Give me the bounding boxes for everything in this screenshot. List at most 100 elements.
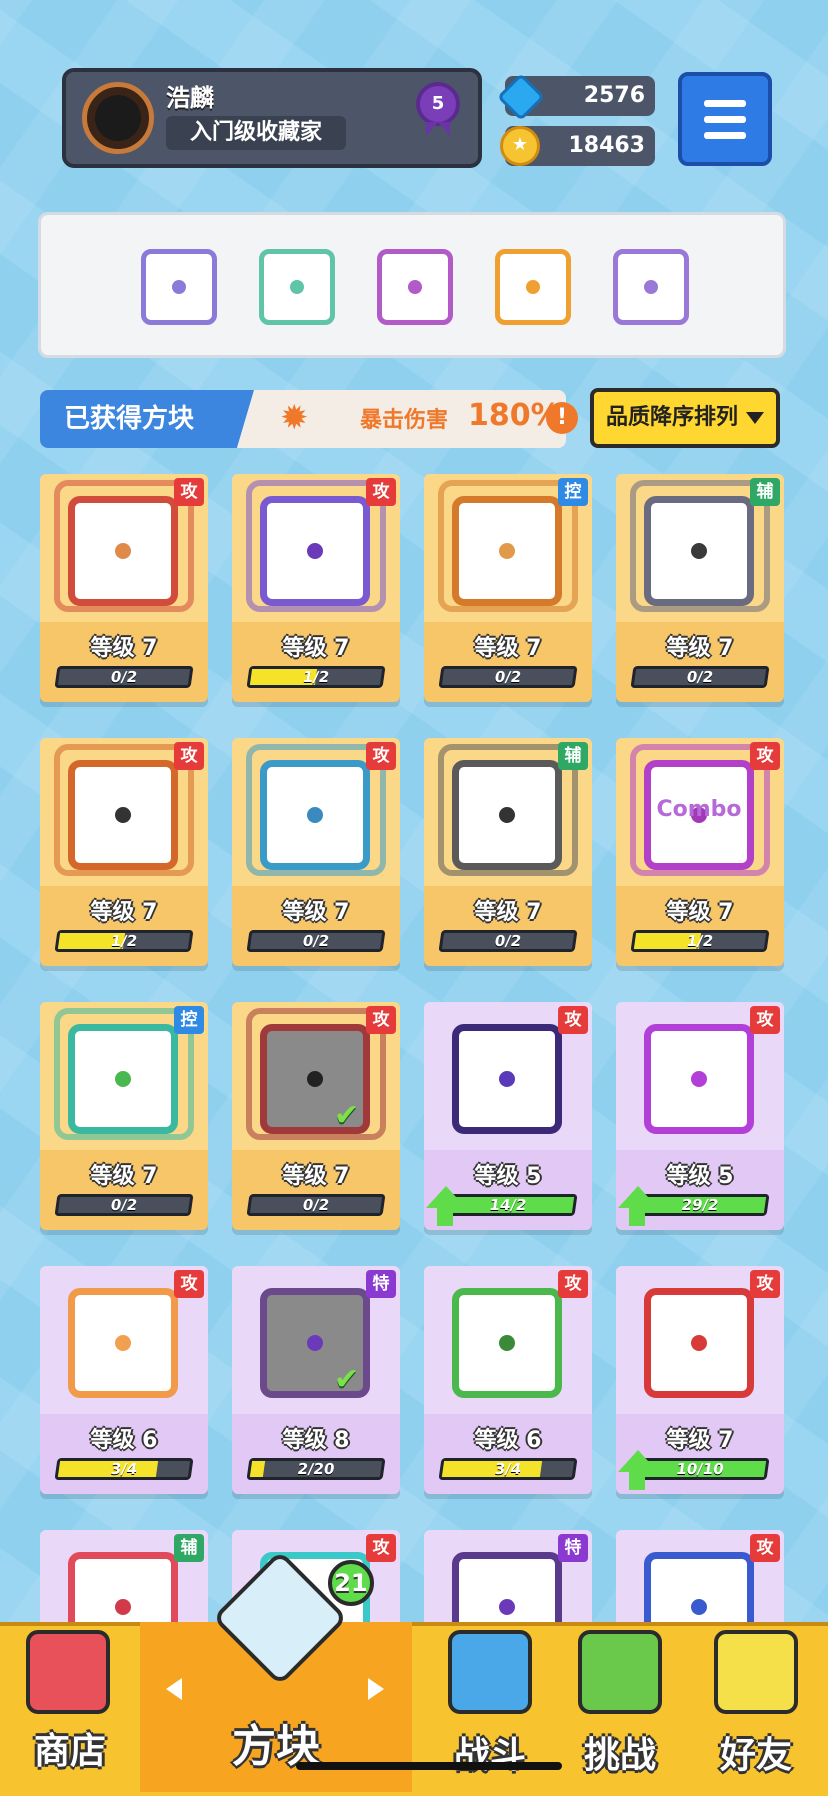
equipped-slot-3[interactable]	[377, 249, 453, 325]
avatar[interactable]	[82, 82, 154, 154]
block-card[interactable]: 攻等级 6 3/4	[40, 1266, 208, 1494]
type-tag: 攻	[174, 742, 204, 770]
rank-medal-icon[interactable]: 5	[416, 82, 460, 126]
block-card[interactable]: 攻等级 6 3/4	[424, 1266, 592, 1494]
block-pip-icon	[499, 1599, 515, 1615]
card-level: 等级 6	[90, 1428, 158, 1453]
menu-bar	[704, 132, 746, 139]
type-tag: 攻	[558, 1270, 588, 1298]
type-tag: 攻	[366, 1006, 396, 1034]
upgrade-arrow-icon[interactable]	[426, 1186, 466, 1208]
type-tag: 攻	[750, 1270, 780, 1298]
block-card[interactable]: Combo 攻等级 7 1/2	[616, 738, 784, 966]
sort-dropdown[interactable]: 品质降序排列	[590, 388, 780, 448]
block-pip-icon	[691, 1071, 707, 1087]
arrow-left-icon[interactable]	[166, 1678, 182, 1700]
sword-shield-icon	[448, 1630, 532, 1714]
nav-blocks[interactable]: 方块	[140, 1550, 412, 1792]
arrow-right-icon[interactable]	[368, 1678, 384, 1700]
crit-damage-label: 暴击伤害	[360, 408, 449, 433]
block-face	[644, 1288, 754, 1398]
block-face	[68, 1288, 178, 1398]
block-card[interactable]: 攻等级 5 29/2	[616, 1002, 784, 1230]
type-tag: 攻	[174, 1270, 204, 1298]
type-tag: 特	[366, 1270, 396, 1298]
nav-friends[interactable]: 好友	[694, 1622, 818, 1792]
block-face	[68, 760, 178, 870]
apple-logo-icon	[95, 95, 141, 141]
block-pip-icon	[115, 807, 131, 823]
player-name: 浩麟	[166, 84, 214, 112]
block-pip-icon	[526, 280, 540, 294]
block-card[interactable]: 攻等级 7 1/2	[232, 474, 400, 702]
sort-label: 品质降序排列	[606, 405, 739, 430]
chevron-down-icon	[746, 412, 764, 424]
progress-text: 3/4	[109, 1460, 139, 1478]
nav-challenge-label: 挑战	[583, 1735, 656, 1776]
progress-text: 1/2	[301, 668, 331, 686]
block-face	[452, 1288, 562, 1398]
block-pip-icon	[691, 1335, 707, 1351]
progress-bar: 0/2	[438, 930, 578, 952]
block-card[interactable]: 控等级 7 0/2	[424, 474, 592, 702]
block-card[interactable]: 辅等级 7 0/2	[424, 738, 592, 966]
equipped-slot-5[interactable]	[613, 249, 689, 325]
progress-bar: 2/20	[246, 1458, 386, 1480]
type-tag: 攻	[174, 478, 204, 506]
card-level: 等级 7	[474, 636, 542, 661]
type-tag: 辅	[750, 478, 780, 506]
info-icon[interactable]: !	[546, 402, 578, 434]
signboard-icon	[578, 1630, 662, 1714]
block-card[interactable]: 攻等级 7 0/2	[40, 474, 208, 702]
profile-panel[interactable]: 浩麟 入门级收藏家 5	[62, 68, 482, 168]
checkmark-icon: ✔	[334, 1362, 360, 1397]
shop-icon	[26, 1630, 110, 1714]
equipped-slot-4[interactable]	[495, 249, 571, 325]
block-face	[644, 1024, 754, 1134]
card-level: 等级 7	[282, 900, 350, 925]
block-pip-icon	[172, 280, 186, 294]
card-level: 等级 7	[90, 1164, 158, 1189]
block-pip-icon	[408, 280, 422, 294]
mystery-block-icon	[212, 1550, 348, 1686]
progress-text: 0/2	[493, 668, 523, 686]
home-indicator	[296, 1762, 562, 1770]
block-pip-icon	[644, 280, 658, 294]
nav-challenge[interactable]: 挑战	[560, 1622, 680, 1792]
upgrade-arrow-icon[interactable]	[618, 1186, 658, 1208]
block-pip-icon	[499, 1335, 515, 1351]
card-level: 等级 7	[90, 636, 158, 661]
nav-battle-label: 战斗	[453, 1735, 526, 1776]
progress-bar: 0/2	[246, 930, 386, 952]
checkmark-icon: ✔	[334, 1098, 360, 1133]
block-face	[452, 496, 562, 606]
menu-button[interactable]	[678, 72, 772, 166]
progress-bar: 1/2	[246, 666, 386, 688]
equipped-slot-2[interactable]	[259, 249, 335, 325]
block-card[interactable]: 攻 ✔ 等级 7 0/2	[232, 1002, 400, 1230]
equipped-deck	[38, 212, 786, 358]
block-card[interactable]: 攻等级 7 0/2	[232, 738, 400, 966]
blocks-badge: 21	[328, 1560, 374, 1606]
block-card[interactable]: 攻等级 7 10/10	[616, 1266, 784, 1494]
type-tag: 攻	[558, 1006, 588, 1034]
upgrade-arrow-stem	[629, 1206, 645, 1226]
nav-shop[interactable]: 商店	[0, 1622, 140, 1792]
block-pip-icon	[115, 1071, 131, 1087]
friend-character-icon	[714, 1630, 798, 1714]
block-face	[260, 496, 370, 606]
block-card[interactable]: 辅等级 7 0/2	[616, 474, 784, 702]
block-face	[260, 760, 370, 870]
block-card[interactable]: 特 ✔ 等级 8 2/20	[232, 1266, 400, 1494]
block-card[interactable]: 攻等级 7 1/2	[40, 738, 208, 966]
equipped-slot-1[interactable]	[141, 249, 217, 325]
info-bar: 已获得方块 ✹ 暴击伤害 180% !	[40, 390, 578, 448]
progress-bar: 3/4	[438, 1458, 578, 1480]
block-card[interactable]: 控等级 7 0/2	[40, 1002, 208, 1230]
progress-bar: 3/4	[54, 1458, 194, 1480]
card-level: 等级 7	[282, 636, 350, 661]
progress-text: 1/2	[109, 932, 139, 950]
progress-bar: 0/2	[246, 1194, 386, 1216]
block-card[interactable]: 攻等级 5 14/2	[424, 1002, 592, 1230]
upgrade-arrow-icon[interactable]	[618, 1450, 658, 1472]
